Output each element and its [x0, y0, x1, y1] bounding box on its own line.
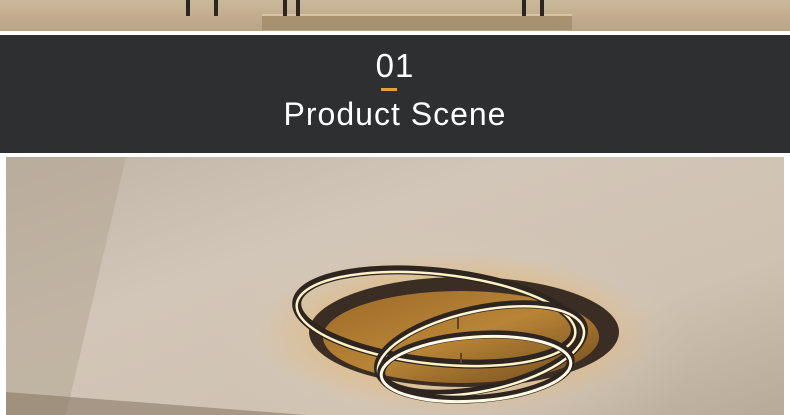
previous-product-photo [0, 0, 790, 31]
table-leg [283, 0, 287, 16]
table-leg [540, 0, 544, 16]
ceiling-lamp-illustration [6, 157, 656, 415]
lamp-scene-photo [6, 157, 784, 415]
section-title: Product Scene [283, 96, 507, 132]
accent-underline [381, 88, 397, 91]
section-number: 01 [375, 47, 415, 84]
table-leg [522, 0, 526, 16]
table-top [262, 14, 572, 30]
table-leg [296, 0, 300, 16]
chair-leg [186, 0, 190, 16]
section-banner: 01 Product Scene [0, 35, 790, 153]
chair-leg [214, 0, 218, 16]
